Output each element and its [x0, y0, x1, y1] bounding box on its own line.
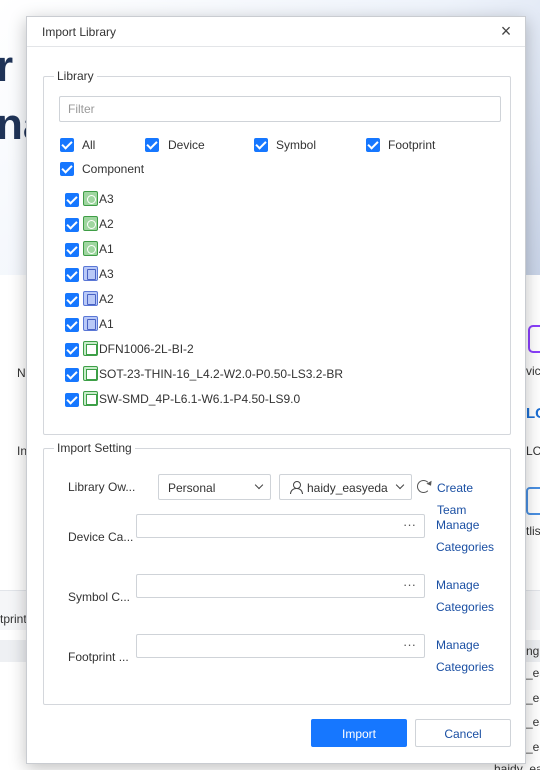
device-category-input[interactable]: ··· — [136, 514, 425, 538]
item-label: SOT-23-THIN-16_L4.2-W2.0-P0.50-LS3.2-BR — [99, 367, 344, 381]
bg-row-4: _ea — [526, 740, 540, 754]
item-checkbox[interactable] — [65, 368, 79, 382]
user-icon — [290, 481, 303, 494]
all-label: All — [82, 138, 96, 152]
bg-label-lc: LC — [526, 444, 540, 458]
footprint-category-label: Footprint ... — [68, 650, 129, 664]
close-icon[interactable]: × — [497, 21, 515, 41]
chevron-down-icon — [395, 480, 405, 490]
netlist-app-icon — [526, 487, 540, 515]
bg-label-ng: ng — [526, 644, 540, 658]
bg-label-device: vic — [526, 364, 540, 378]
library-owner-label: Library Ow... — [68, 480, 136, 494]
user-select[interactable]: haidy_easyeda — [279, 474, 412, 500]
filter-input[interactable] — [59, 96, 501, 122]
library-item[interactable]: DFN1006-2L-BI-2 — [65, 340, 485, 360]
more-icon[interactable]: ··· — [403, 637, 416, 652]
footprint-icon — [83, 291, 98, 306]
footprint-label: Footprint — [388, 138, 436, 152]
item-label: A3 — [99, 192, 114, 206]
owner-select[interactable]: Personal — [158, 474, 271, 500]
item-checkbox[interactable] — [65, 393, 79, 407]
library-item[interactable]: A1 — [65, 240, 485, 260]
import-setting-legend: Import Setting — [57, 441, 132, 455]
bg-row-3: _ea — [526, 715, 540, 729]
device-category-label: Device Ca... — [68, 530, 134, 544]
manage-symbol-categories-link[interactable]: Manage Categories — [436, 574, 500, 618]
library-item[interactable]: A3 — [65, 265, 485, 285]
device-icon — [83, 341, 98, 356]
item-checkbox[interactable] — [65, 343, 79, 357]
item-checkbox[interactable] — [65, 293, 79, 307]
library-item[interactable]: A1 — [65, 315, 485, 335]
item-label: A1 — [99, 317, 114, 331]
footprint-icon — [83, 266, 98, 281]
item-label: A3 — [99, 267, 114, 281]
item-label: SW-SMD_4P-L6.1-W6.1-P4.50-LS9.0 — [99, 392, 301, 406]
all-checkbox[interactable] — [60, 138, 74, 152]
device-icon — [83, 366, 98, 381]
bg-row-2: _ea — [526, 691, 540, 705]
item-label: A1 — [99, 242, 114, 256]
lc-logo: LC — [526, 405, 540, 422]
item-checkbox[interactable] — [65, 218, 79, 232]
symbol-checkbox[interactable] — [254, 138, 268, 152]
device-checkbox[interactable] — [145, 138, 159, 152]
device-label: Device — [168, 138, 205, 152]
bg-label-n: N — [17, 366, 26, 380]
device-icon — [83, 391, 98, 406]
item-label: DFN1006-2L-BI-2 — [99, 342, 194, 356]
manage-device-categories-link[interactable]: Manage Categories — [436, 514, 500, 558]
item-label: A2 — [99, 292, 114, 306]
item-label: A2 — [99, 217, 114, 231]
component-checkbox[interactable] — [60, 162, 74, 176]
library-item[interactable]: A2 — [65, 290, 485, 310]
owner-select-value: Personal — [168, 481, 216, 495]
user-select-value: haidy_easyeda — [307, 481, 388, 495]
import-button[interactable]: Import — [311, 719, 407, 747]
symbol-category-label: Symbol C... — [68, 590, 131, 604]
bg-label-footprint: tprint — [0, 612, 27, 626]
symbol-category-input[interactable]: ··· — [136, 574, 425, 598]
item-checkbox[interactable] — [65, 318, 79, 332]
manage-footprint-categories-link[interactable]: Manage Categories — [436, 634, 500, 678]
library-item[interactable]: A3 — [65, 190, 485, 210]
item-checkbox[interactable] — [65, 243, 79, 257]
item-checkbox[interactable] — [65, 268, 79, 282]
refresh-icon[interactable] — [417, 480, 430, 493]
symbol-icon — [83, 216, 98, 231]
chevron-down-icon — [254, 480, 264, 490]
symbol-label: Symbol — [276, 138, 317, 152]
component-label: Component — [82, 162, 145, 176]
dialog-header: Import Library × — [27, 17, 525, 47]
cancel-button[interactable]: Cancel — [415, 719, 511, 747]
device-app-icon — [528, 325, 540, 353]
library-item[interactable]: SOT-23-THIN-16_L4.2-W2.0-P0.50-LS3.2-BR — [65, 365, 485, 385]
bg-row-1: _ea — [526, 666, 540, 680]
more-icon[interactable]: ··· — [403, 577, 416, 592]
footprint-icon — [83, 316, 98, 331]
footprint-category-input[interactable]: ··· — [136, 634, 425, 658]
item-checkbox[interactable] — [65, 193, 79, 207]
library-legend: Library — [57, 69, 94, 83]
library-item[interactable]: A2 — [65, 215, 485, 235]
dialog-title: Import Library — [42, 25, 117, 39]
import-library-dialog: Import Library × Library All Device Symb… — [26, 16, 526, 764]
more-icon[interactable]: ··· — [403, 517, 416, 532]
symbol-icon — [83, 191, 98, 206]
bg-label-tlis: tlis — [526, 524, 540, 538]
library-item[interactable]: SW-SMD_4P-L6.1-W6.1-P4.50-LS9.0 — [65, 390, 485, 410]
symbol-icon — [83, 241, 98, 256]
footprint-checkbox[interactable] — [366, 138, 380, 152]
